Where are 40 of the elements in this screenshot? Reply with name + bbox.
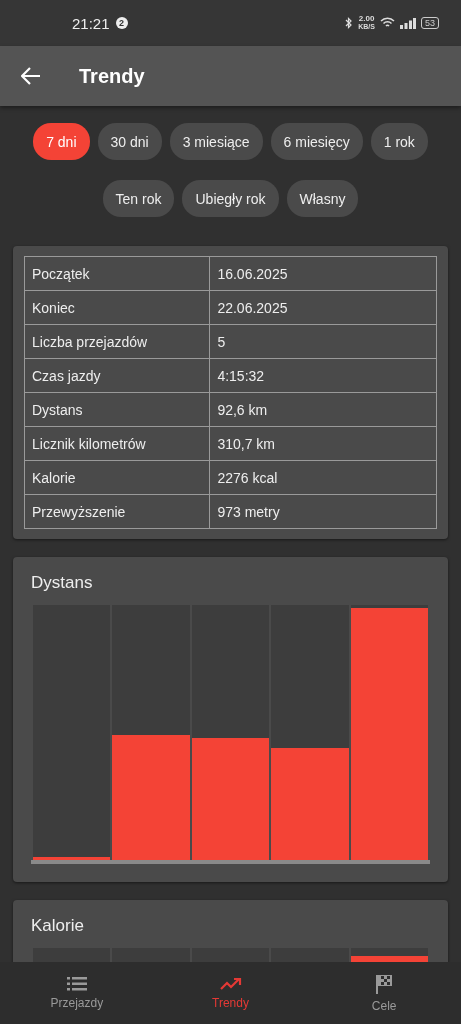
checkered-flag-icon [375,973,394,994]
table-cell: 4:15:32 [209,358,437,393]
table-cell: Liczba przejazdów [24,324,210,359]
screen-title: Trendy [79,64,145,88]
range-chip[interactable]: Własny [286,180,359,217]
table-cell: 22.06.2025 [209,290,437,325]
range-chip[interactable]: 30 dni [97,123,162,160]
status-time: 21:21 [72,14,110,32]
range-chip[interactable]: Ten rok [102,180,175,217]
network-speed: 2.00 [358,15,375,23]
table-cell: 92,6 km [209,392,437,427]
table-cell: Czas jazdy [24,358,210,393]
trending-up-icon [219,976,242,991]
range-chip[interactable]: 6 miesięcy [270,123,363,160]
table-cell: 310,7 km [209,426,437,461]
nav-tab[interactable]: Cele [307,962,461,1024]
table-cell: 16.06.2025 [209,256,437,291]
table-cell: Początek [24,256,210,291]
battery-level: 53 [421,17,439,29]
bluetooth-icon [345,17,354,29]
chart-title: Dystans [31,573,94,593]
back-arrow-icon[interactable] [21,67,41,85]
range-chip[interactable]: Ubiegły rok [182,180,279,217]
table-cell: Przewyższenie [24,494,210,529]
wifi-icon [380,17,395,29]
range-chip[interactable]: 1 rok [370,123,428,160]
range-chip[interactable]: 3 miesiące [169,123,263,160]
chart-title: Kalorie [31,916,85,936]
table-cell: Dystans [24,392,210,427]
table-cell: 2276 kcal [209,460,437,495]
list-icon [66,976,87,991]
signal-icon [400,17,416,29]
table-cell: Kalorie [24,460,210,495]
range-chip[interactable]: 7 dni [33,123,90,160]
table-cell: 5 [209,324,437,359]
table-cell: 973 metry [209,494,437,529]
table-cell: Koniec [24,290,210,325]
nav-tab[interactable]: Przejazdy [0,962,154,1024]
notification-badge: 2 [115,17,128,29]
table-cell: Licznik kilometrów [24,426,210,461]
